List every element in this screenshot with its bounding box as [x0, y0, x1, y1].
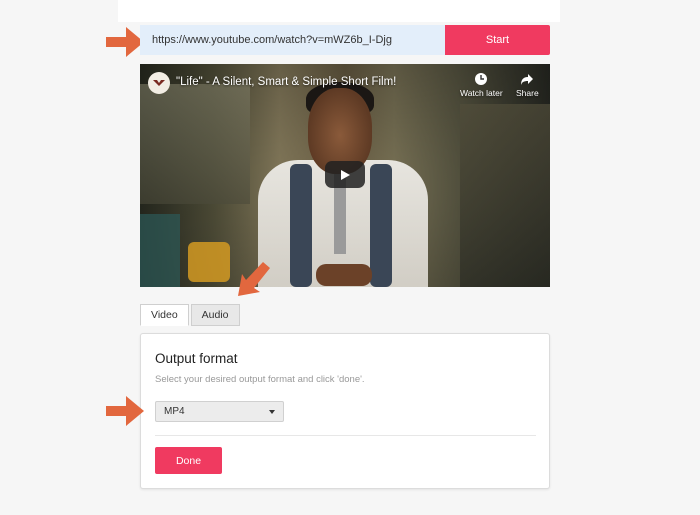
panel-title: Output format — [155, 351, 238, 366]
video-player[interactable]: "Life" - A Silent, Smart & Simple Short … — [140, 64, 550, 287]
video-frame-figure — [316, 264, 372, 286]
share-icon — [521, 74, 534, 85]
arrow-annotation-icon — [106, 396, 144, 426]
video-frame-figure — [290, 164, 312, 287]
play-button[interactable] — [325, 161, 365, 188]
done-button[interactable]: Done — [155, 447, 222, 474]
video-background — [460, 104, 550, 287]
format-select-value: MP4 — [164, 406, 185, 417]
watch-later-label: Watch later — [460, 88, 503, 98]
share-label: Share — [516, 88, 539, 98]
url-input[interactable] — [140, 25, 445, 55]
output-format-panel: Output format Select your desired output… — [140, 333, 550, 489]
tab-video[interactable]: Video — [140, 304, 189, 326]
play-icon — [341, 169, 350, 180]
video-background — [188, 242, 230, 282]
tab-audio[interactable]: Audio — [190, 304, 240, 326]
divider — [155, 435, 536, 436]
video-background — [140, 84, 250, 204]
clock-icon — [475, 73, 488, 85]
start-button[interactable]: Start — [445, 25, 550, 55]
format-select[interactable]: MP4 — [155, 401, 284, 422]
video-frame-figure — [370, 164, 392, 287]
caret-down-icon — [269, 409, 275, 414]
video-title[interactable]: "Life" - A Silent, Smart & Simple Short … — [176, 76, 396, 88]
channel-logo-icon[interactable] — [148, 72, 170, 94]
url-bar: Start — [140, 25, 550, 55]
share-button[interactable]: Share — [516, 72, 539, 98]
panel-hint: Select your desired output format and cl… — [155, 374, 365, 385]
arrow-annotation-icon — [238, 262, 270, 296]
format-tabs: Video Audio — [140, 304, 240, 327]
video-background — [140, 214, 180, 287]
watch-later-button[interactable]: Watch later — [460, 72, 503, 98]
top-strip — [118, 0, 560, 22]
